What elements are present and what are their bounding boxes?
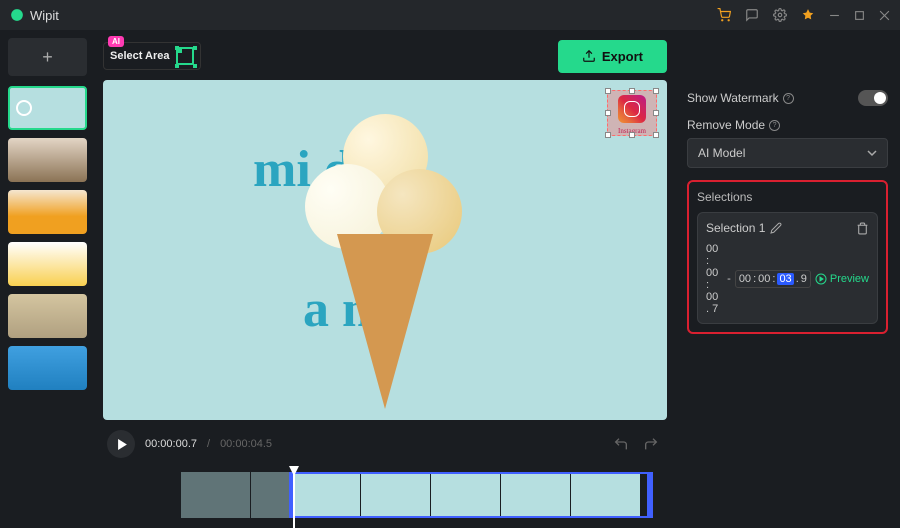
show-watermark-label: Show Watermark ? bbox=[687, 91, 794, 105]
preview-canvas[interactable]: mi d a n Instagram bbox=[103, 80, 667, 420]
selections-panel: Selections Selection 1 00 : 00 : 00 . 7 … bbox=[687, 180, 888, 334]
properties-panel: Show Watermark ? Remove Mode ? AI Model … bbox=[675, 30, 900, 528]
edit-icon[interactable] bbox=[770, 222, 782, 234]
timeline-frame[interactable] bbox=[571, 472, 641, 518]
time-current: 00:00:00.7 bbox=[145, 438, 197, 450]
maximize-button[interactable] bbox=[854, 10, 865, 21]
preview-selection-button[interactable]: Preview bbox=[815, 273, 869, 285]
app-logo-icon bbox=[10, 8, 24, 22]
export-icon bbox=[582, 49, 596, 63]
clip-thumb[interactable] bbox=[8, 86, 87, 130]
settings-icon[interactable] bbox=[773, 8, 787, 22]
export-label: Export bbox=[602, 49, 643, 64]
select-area-tool[interactable]: AI Select Area bbox=[103, 42, 201, 70]
timeline-frame[interactable] bbox=[251, 472, 291, 518]
timeline-frame[interactable] bbox=[431, 472, 501, 518]
clip-thumb[interactable] bbox=[8, 346, 87, 390]
timeline-frame[interactable] bbox=[181, 472, 251, 518]
instagram-icon bbox=[618, 95, 646, 123]
timeline-frame[interactable] bbox=[291, 472, 361, 518]
delete-icon[interactable] bbox=[856, 222, 869, 235]
preview-label: Preview bbox=[830, 273, 869, 285]
cart-icon[interactable] bbox=[717, 8, 731, 22]
feedback-icon[interactable] bbox=[745, 8, 759, 22]
timeline-playhead[interactable] bbox=[293, 468, 295, 528]
preview-icon bbox=[815, 273, 827, 285]
watermark-selection-box[interactable]: Instagram bbox=[607, 90, 657, 136]
upgrade-icon[interactable] bbox=[801, 8, 815, 22]
timeline-frame[interactable] bbox=[501, 472, 571, 518]
remove-mode-label: Remove Mode ? bbox=[687, 118, 888, 132]
undo-button[interactable] bbox=[609, 432, 633, 456]
remove-mode-dropdown[interactable]: AI Model bbox=[687, 138, 888, 168]
minimize-button[interactable] bbox=[829, 10, 840, 21]
info-icon[interactable]: ? bbox=[769, 120, 780, 131]
export-button[interactable]: Export bbox=[558, 40, 667, 73]
selection-start-time[interactable]: 00 : 00 : 00 . 7 bbox=[706, 243, 723, 315]
select-area-label: Select Area bbox=[110, 50, 170, 62]
info-icon[interactable]: ? bbox=[783, 93, 794, 104]
play-button[interactable] bbox=[107, 430, 135, 458]
selections-title: Selections bbox=[697, 190, 878, 204]
selection-end-time[interactable]: 00:00:03.9 bbox=[735, 270, 811, 288]
app-title: Wipit bbox=[30, 8, 59, 23]
ai-badge: AI bbox=[108, 36, 124, 47]
chevron-down-icon bbox=[867, 148, 877, 158]
close-button[interactable] bbox=[879, 10, 890, 21]
show-watermark-toggle[interactable] bbox=[858, 90, 888, 106]
title-bar: Wipit bbox=[0, 0, 900, 30]
clip-thumb[interactable] bbox=[8, 138, 87, 182]
dropdown-value: AI Model bbox=[698, 146, 745, 160]
playback-controls: 00:00:00.7 / 00:00:04.5 bbox=[103, 420, 667, 468]
crop-icon bbox=[176, 47, 194, 65]
clip-sidebar: + bbox=[0, 30, 95, 528]
clip-thumb[interactable] bbox=[8, 190, 87, 234]
add-clip-button[interactable]: + bbox=[8, 38, 87, 76]
clip-thumb[interactable] bbox=[8, 242, 87, 286]
selection-name: Selection 1 bbox=[706, 221, 765, 235]
selection-item: Selection 1 00 : 00 : 00 . 7 - 00:00:03.… bbox=[697, 212, 878, 324]
timeline[interactable] bbox=[103, 468, 667, 528]
time-separator: / bbox=[207, 438, 210, 450]
redo-button[interactable] bbox=[639, 432, 663, 456]
clip-thumb[interactable] bbox=[8, 294, 87, 338]
time-duration: 00:00:04.5 bbox=[220, 438, 272, 450]
timeline-frame[interactable] bbox=[361, 472, 431, 518]
play-icon bbox=[117, 439, 128, 450]
